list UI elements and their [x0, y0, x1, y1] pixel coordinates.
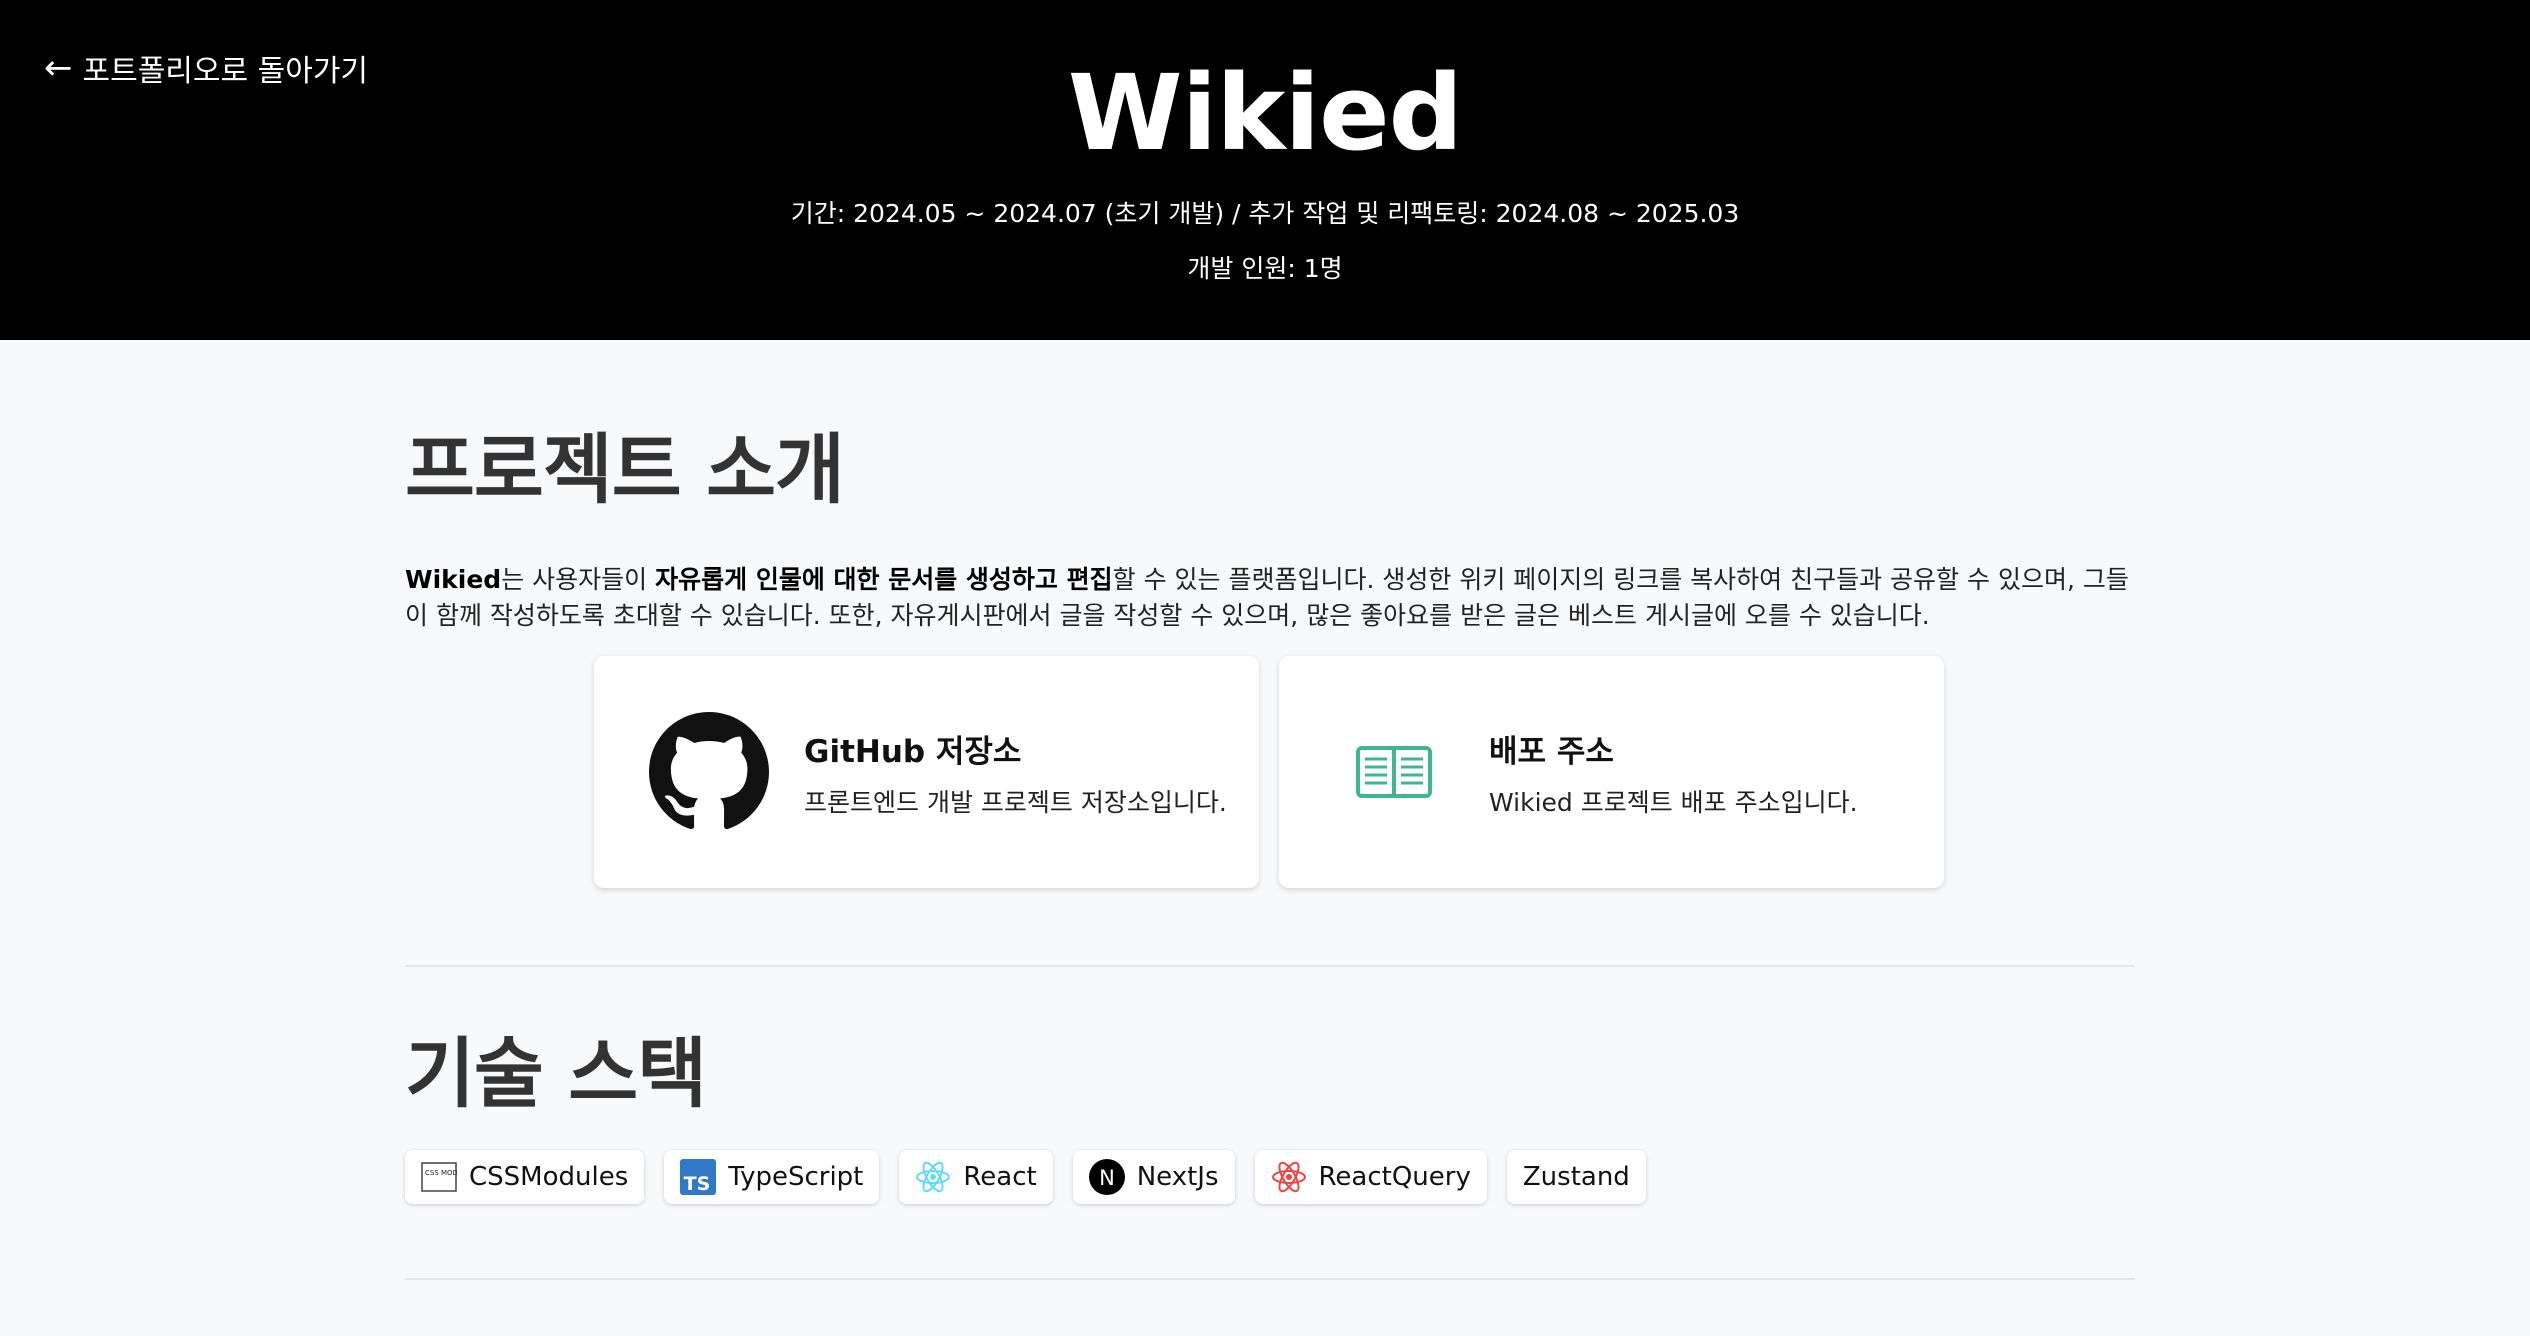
tech-chip-cssmodules: CSS MODULES CSSModules [405, 1150, 645, 1204]
intro-description: Wikied는 사용자들이 자유롭게 인물에 대한 문서를 생성하고 편집할 수… [405, 562, 2135, 634]
nextjs-icon: N [1088, 1159, 1125, 1195]
book-icon [1334, 712, 1454, 832]
intro-section-title: 프로젝트 소개 [405, 425, 845, 514]
deploy-card-description: Wikied 프로젝트 배포 주소입니다. [1489, 787, 1858, 817]
tech-label-react: React [963, 1162, 1037, 1192]
tech-stack-section-title: 기술 스택 [405, 1029, 707, 1118]
github-icon [649, 712, 769, 832]
react-query-icon [1271, 1159, 1307, 1195]
tech-label-cssmodules: CSSModules [469, 1162, 629, 1192]
tech-label-reactquery: ReactQuery [1318, 1162, 1471, 1192]
typescript-icon: TS [680, 1159, 717, 1195]
tech-label-zustand: Zustand [1522, 1162, 1630, 1192]
tech-stack-list: CSS MODULES CSSModules TS TypeScript [405, 1150, 1646, 1204]
tech-label-typescript: TypeScript [728, 1162, 864, 1192]
deploy-url-card[interactable]: 배포 주소 Wikied 프로젝트 배포 주소입니다. [1279, 656, 1944, 888]
link-cards: GitHub 저장소 프론트엔드 개발 프로젝트 저장소입니다. 배포 주소 W… [594, 656, 1944, 888]
tech-chip-typescript: TS TypeScript [664, 1150, 880, 1204]
intro-text-part-1: Wikied [405, 565, 502, 594]
typescript-icon-text: TS [684, 1173, 711, 1195]
tech-chip-zustand: Zustand [1506, 1150, 1646, 1204]
css-modules-icon: CSS MODULES [421, 1159, 457, 1195]
intro-text-part-3: 자유롭게 인물에 대한 문서를 생성하고 편집 [655, 565, 1113, 594]
github-repo-card[interactable]: GitHub 저장소 프론트엔드 개발 프로젝트 저장소입니다. [594, 656, 1259, 888]
deploy-card-title: 배포 주소 [1489, 733, 1614, 770]
tech-chip-reactquery: ReactQuery [1254, 1150, 1487, 1204]
project-header: ← 포트폴리오로 돌아가기 Wikied 기간: 2024.05 ~ 2024.… [0, 0, 2530, 340]
nextjs-icon-text: N [1099, 1166, 1115, 1190]
project-members: 개발 인원: 1명 [1187, 254, 1343, 283]
tech-chip-nextjs: N NextJs [1072, 1150, 1235, 1204]
intro-text-part-2: 는 사용자들이 [501, 565, 656, 594]
section-divider [405, 1278, 2135, 1280]
react-icon [915, 1159, 951, 1195]
github-card-description: 프론트엔드 개발 프로젝트 저장소입니다. [804, 787, 1227, 817]
css-modules-icon-text: CSS MODULES [425, 1169, 457, 1177]
tech-label-nextjs: NextJs [1136, 1162, 1219, 1192]
github-card-title: GitHub 저장소 [804, 733, 1022, 770]
project-title: Wikied [1067, 52, 1463, 174]
project-period: 기간: 2024.05 ~ 2024.07 (초기 개발) / 추가 작업 및 … [790, 199, 1740, 228]
section-divider [405, 965, 2135, 967]
tech-chip-react: React [899, 1150, 1053, 1204]
